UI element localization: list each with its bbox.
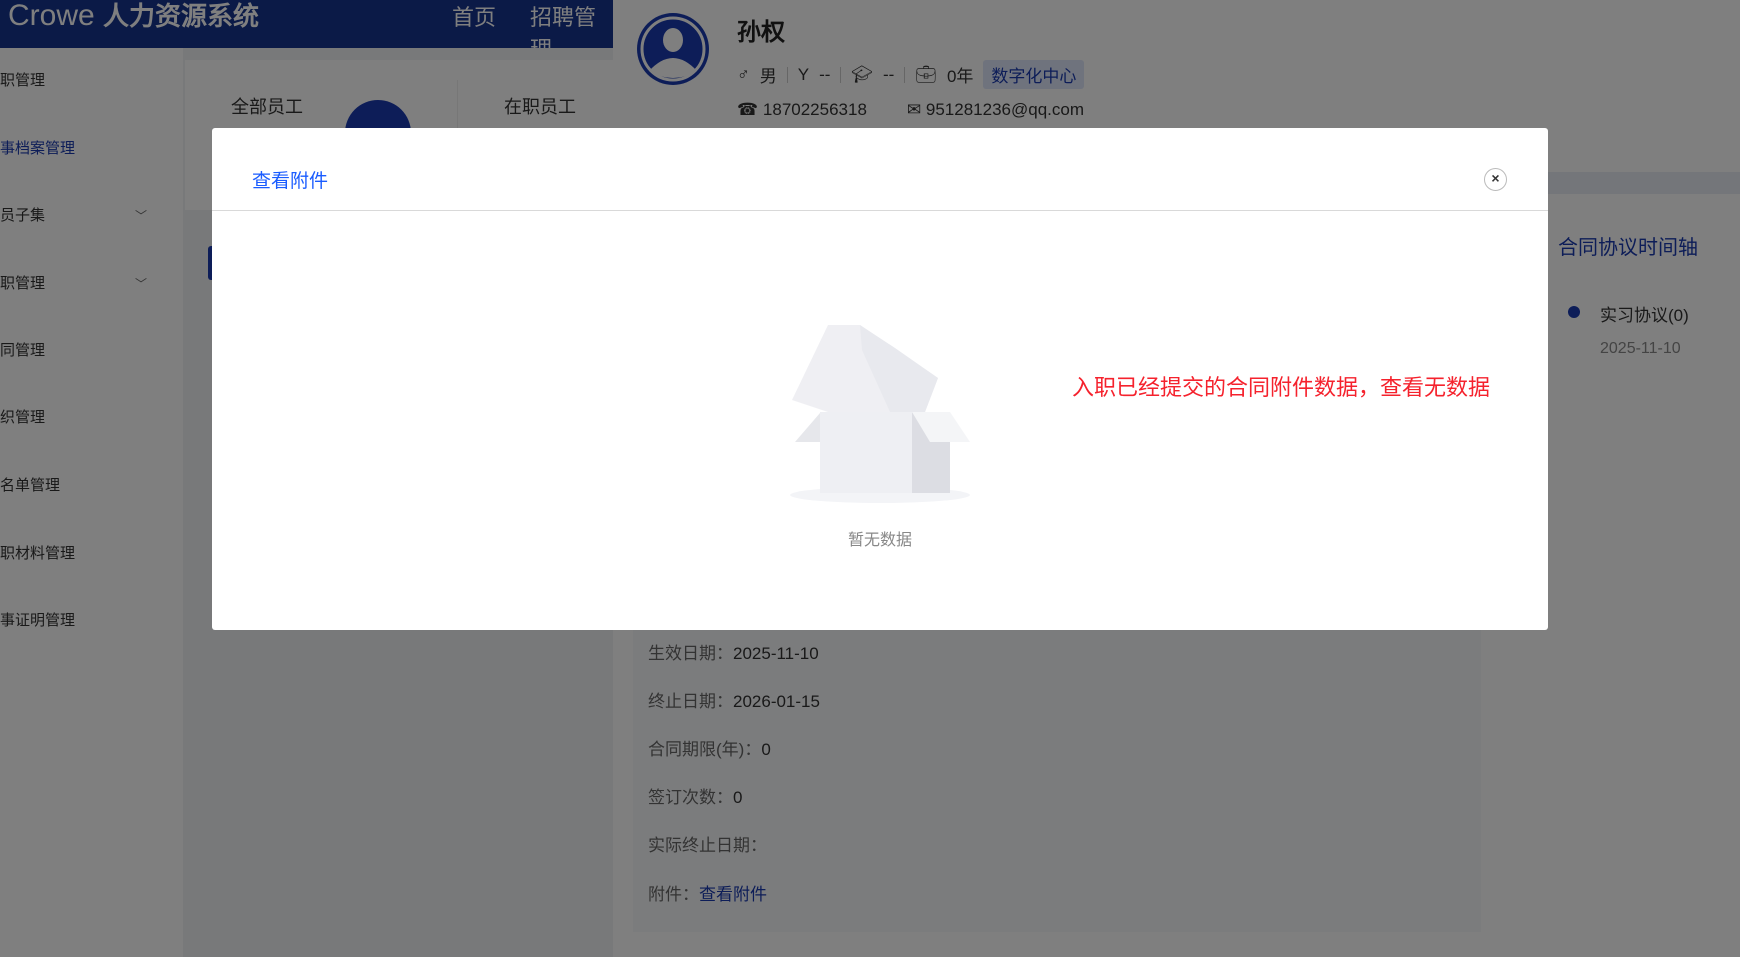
- annotation-note: 入职已经提交的合同附件数据，查看无数据: [1072, 375, 1491, 400]
- close-button[interactable]: ×: [1484, 168, 1507, 191]
- attachment-modal: 查看附件 × 暂无数据 入职已经提交的合同附件数据，查看无数据: [212, 128, 1548, 630]
- modal-title: 查看附件: [252, 171, 329, 192]
- empty-text: 暂无数据: [847, 532, 912, 549]
- divider: [212, 210, 1548, 211]
- empty-box-icon: [790, 325, 970, 503]
